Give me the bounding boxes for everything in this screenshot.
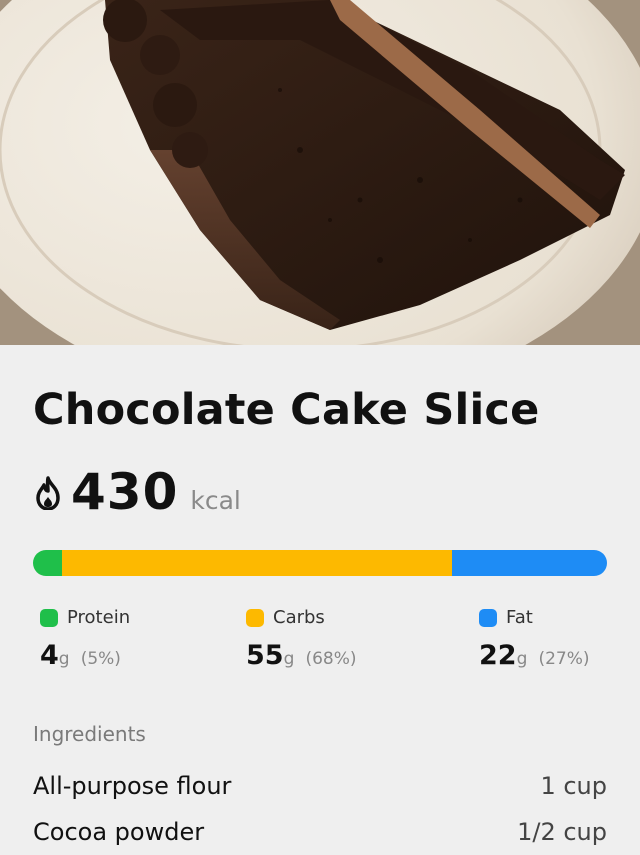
carbs-unit: g [283, 649, 295, 669]
ingredient-amount: 1/2 cup [517, 818, 607, 846]
calorie-row: 430 kcal [33, 463, 241, 523]
fat-value: 22 [479, 640, 517, 671]
fat-percent: (27%) [538, 649, 590, 669]
macro-fat: Fat 22g (27%) [479, 607, 590, 671]
calorie-unit: kcal [190, 486, 241, 515]
carbs-value: 55 [246, 640, 284, 671]
ingredient-row[interactable]: Cocoa powder 1/2 cup [33, 809, 607, 855]
fat-segment [452, 550, 607, 576]
fat-swatch [479, 608, 497, 627]
food-title: Chocolate Cake Slice [33, 385, 540, 435]
ingredient-name: Cocoa powder [33, 818, 205, 846]
ingredients-list: All-purpose flour 1 cup Cocoa powder 1/2… [33, 763, 607, 855]
protein-swatch [40, 608, 58, 627]
flame-icon [36, 476, 60, 510]
protein-percent: (5%) [80, 649, 121, 669]
carbs-label: Carbs [273, 607, 325, 628]
protein-segment [33, 550, 62, 576]
carbs-segment [61, 550, 452, 576]
macro-protein: Protein 4g (5%) [40, 607, 130, 671]
macro-carbs: Carbs 55g (68%) [246, 607, 357, 671]
ingredients-heading: Ingredients [33, 722, 146, 746]
protein-value: 4 [40, 640, 59, 671]
ingredient-amount: 1 cup [540, 772, 607, 800]
calorie-value: 430 [71, 463, 179, 521]
protein-label: Protein [67, 607, 131, 628]
fat-label: Fat [506, 607, 533, 628]
ingredient-row[interactable]: All-purpose flour 1 cup [33, 763, 607, 809]
ingredient-name: All-purpose flour [33, 772, 232, 800]
fat-unit: g [516, 649, 528, 669]
carbs-swatch [246, 608, 264, 627]
carbs-percent: (68%) [305, 649, 357, 669]
protein-unit: g [58, 649, 70, 669]
macro-distribution-bar [33, 550, 607, 576]
food-photo [0, 0, 640, 345]
nutrition-panel: Chocolate Cake Slice 430 kcal Protein 4g… [0, 345, 640, 853]
